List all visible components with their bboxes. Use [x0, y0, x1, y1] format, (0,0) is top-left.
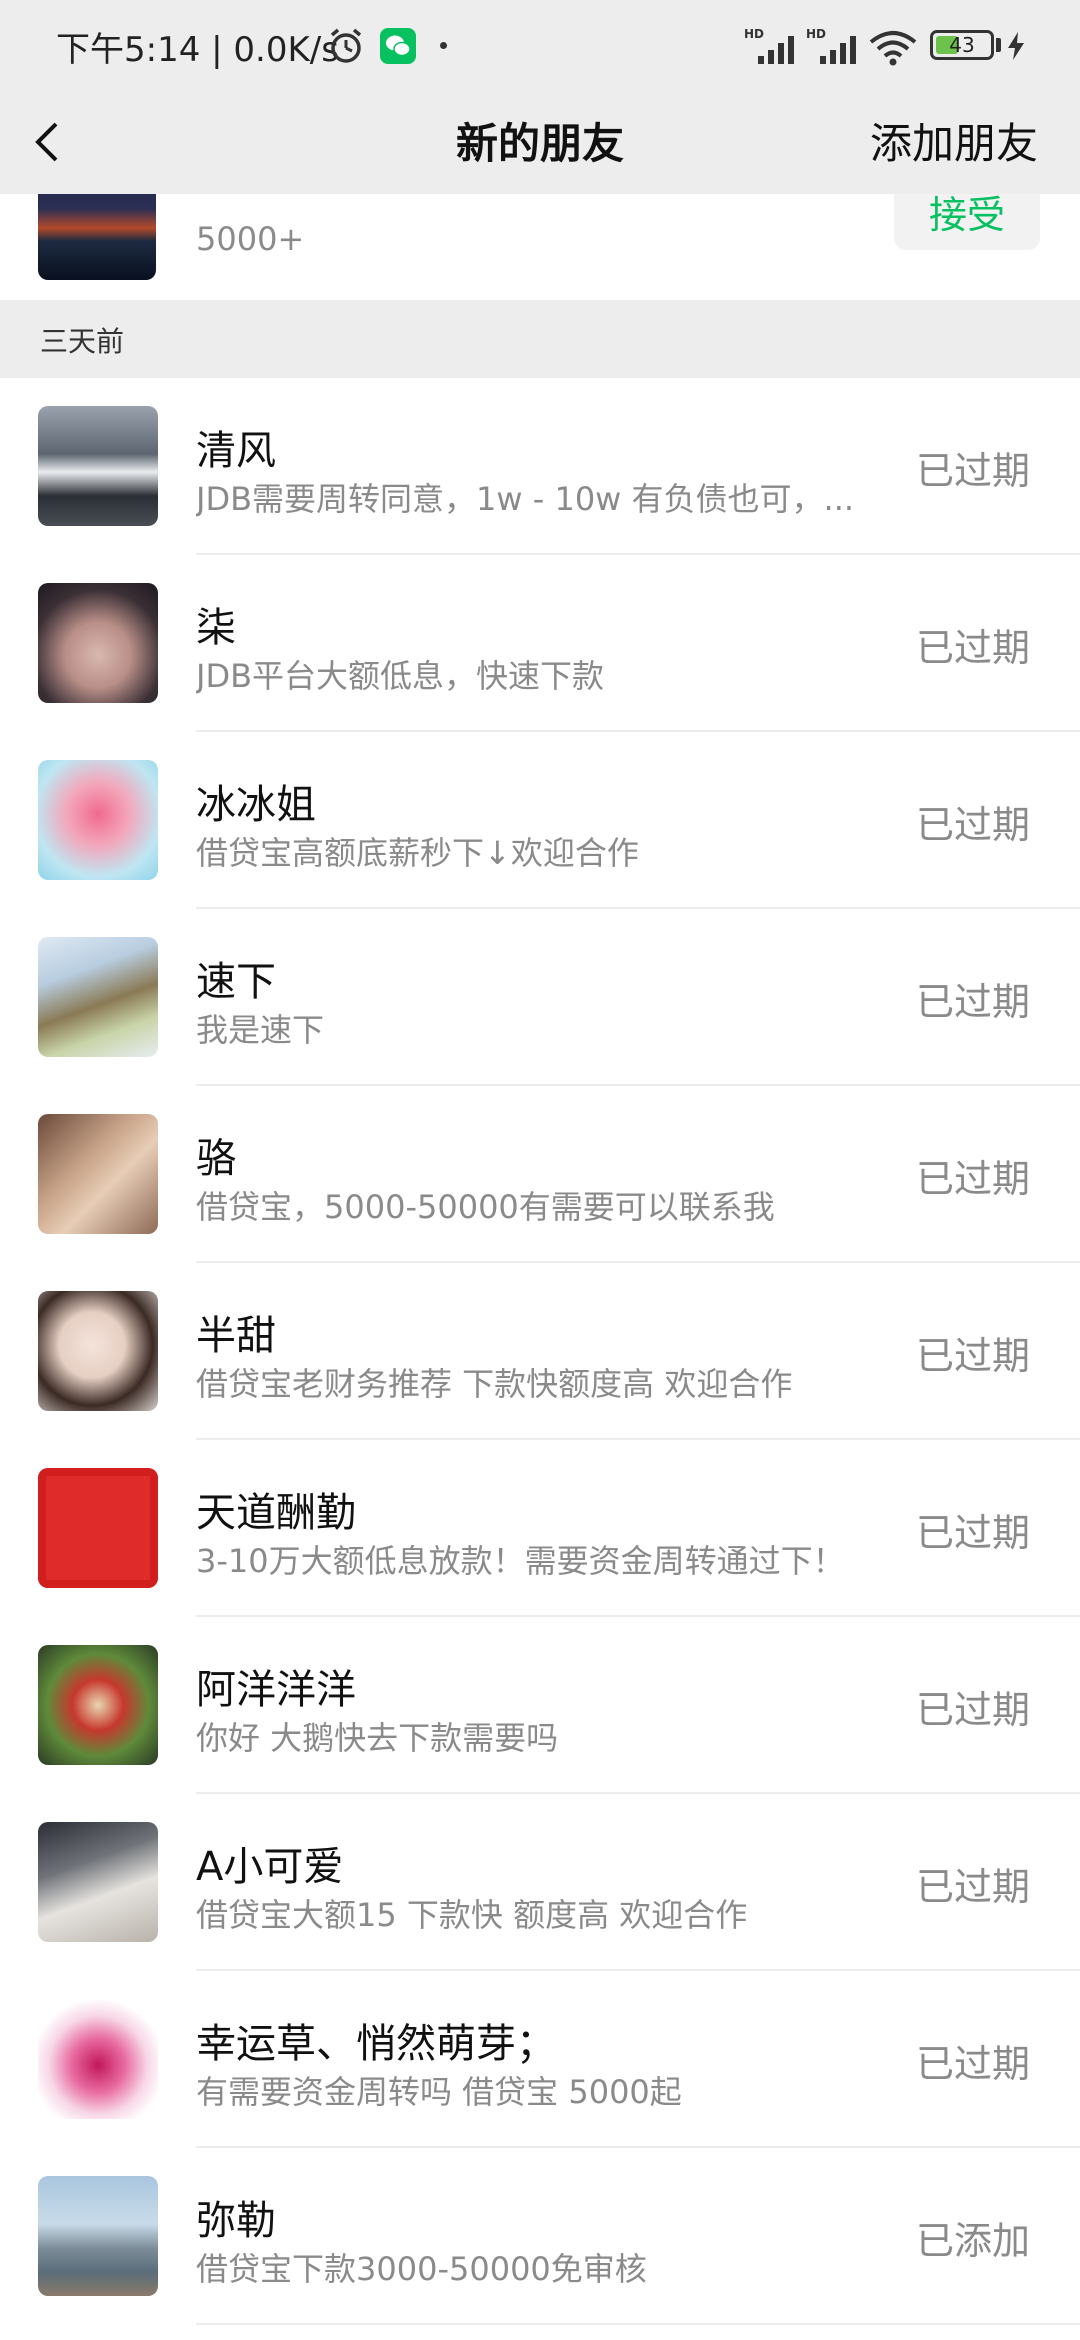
divider — [196, 2323, 1080, 2325]
request-status: 已过期 — [915, 803, 1030, 847]
request-status: 已过期 — [915, 1688, 1030, 1732]
avatar[interactable] — [38, 583, 158, 703]
wifi-icon — [869, 31, 917, 66]
friend-message: 5000+ — [196, 220, 305, 258]
friend-name: 柒 — [196, 605, 236, 651]
signal-hd-label: HD — [806, 27, 826, 41]
friend-message: 借贷宝大额15 下款快 额度高 欢迎合作 — [196, 1896, 748, 1934]
friend-request-row[interactable]: 阿洋洋洋 你好 大鹅快去下款需要吗 已过期 — [0, 1617, 1080, 1794]
request-status: 已过期 — [915, 626, 1030, 670]
request-status: 已添加 — [915, 2219, 1030, 2263]
friend-message: 借贷宝下款3000-50000免审核 — [196, 2250, 647, 2288]
avatar[interactable] — [38, 1291, 158, 1411]
friend-message: 借贷宝，5000-50000有需要可以联系我 — [196, 1188, 775, 1226]
top-bar: 下午5:14 | 0.0K/s HD HD 43 新的朋友 添加朋友 — [0, 0, 1080, 194]
signal-icon: HD — [744, 27, 794, 64]
friend-name: 阿洋洋洋 — [196, 1667, 356, 1713]
avatar[interactable] — [38, 937, 158, 1057]
friend-request-row[interactable]: 柒 JDB平台大额低息，快速下款 已过期 — [0, 555, 1080, 732]
battery-level: 43 — [949, 33, 975, 57]
request-status: 已过期 — [915, 1334, 1030, 1378]
nav-bar: 新的朋友 添加朋友 — [0, 92, 1080, 194]
status-bar: 下午5:14 | 0.0K/s HD HD 43 — [0, 0, 1080, 92]
request-status: 已过期 — [915, 1511, 1030, 1555]
friend-message: JDB需要周转同意，1w - 10w 有负债也可，... — [196, 480, 855, 518]
avatar[interactable] — [38, 760, 158, 880]
request-status: 已过期 — [915, 2042, 1030, 2086]
notification-dot-icon — [440, 42, 447, 49]
friend-name: 弥勒 — [196, 2198, 276, 2244]
friend-name: 幸运草、悄然萌芽； — [196, 2021, 556, 2067]
add-friend-button[interactable]: 添加朋友 — [870, 110, 1038, 171]
section-label: 三天前 — [40, 325, 125, 358]
friend-request-list: 清风 JDB需要周转同意，1w - 10w 有负债也可，... 已过期 柒 JD… — [0, 378, 1080, 2325]
friend-name: 速下 — [196, 959, 276, 1005]
avatar[interactable] — [38, 2176, 158, 2296]
friend-message: 有需要资金周转吗 借贷宝 5000起 — [196, 2073, 682, 2111]
friend-request-row[interactable]: A小可爱 借贷宝大额15 下款快 额度高 欢迎合作 已过期 — [0, 1794, 1080, 1971]
friend-name: 骆 — [196, 1136, 236, 1182]
wechat-icon — [380, 28, 416, 64]
friend-message: 你好 大鹅快去下款需要吗 — [196, 1719, 559, 1757]
friend-request-row[interactable]: 骆 借贷宝，5000-50000有需要可以联系我 已过期 — [0, 1086, 1080, 1263]
friend-name: 半甜 — [196, 1313, 276, 1359]
signal-icon: HD — [806, 27, 856, 64]
friend-name: 清风 — [196, 428, 276, 474]
status-time: 下午5:14 | 0.0K/s — [56, 30, 339, 70]
request-status: 已过期 — [915, 449, 1030, 493]
section-header: 三天前 — [0, 300, 1080, 378]
avatar[interactable] — [38, 1468, 158, 1588]
friend-request-row[interactable]: 速下 我是速下 已过期 — [0, 909, 1080, 1086]
back-icon[interactable] — [30, 112, 70, 172]
friend-request-row[interactable]: 弥勒 借贷宝下款3000-50000免审核 已添加 — [0, 2148, 1080, 2325]
friend-request-row[interactable]: 幸运草、悄然萌芽； 有需要资金周转吗 借贷宝 5000起 已过期 — [0, 1971, 1080, 2148]
friend-request-row[interactable]: 天道酬勤 3-10万大额低息放款！需要资金周转通过下！ 已过期 — [0, 1440, 1080, 1617]
friend-name: 冰冰姐 — [196, 782, 316, 828]
request-status: 已过期 — [915, 980, 1030, 1024]
avatar[interactable] — [38, 1822, 158, 1942]
charging-icon — [1008, 32, 1024, 60]
friend-request-row[interactable]: 冰冰姐 借贷宝高额底薪秒下↓欢迎合作 已过期 — [0, 732, 1080, 909]
request-status: 已过期 — [915, 1865, 1030, 1909]
friend-request-row[interactable]: 半甜 借贷宝老财务推荐 下款快额度高 欢迎合作 已过期 — [0, 1263, 1080, 1440]
friend-request-row[interactable]: 清风 JDB需要周转同意，1w - 10w 有负债也可，... 已过期 — [0, 378, 1080, 555]
request-status: 已过期 — [915, 1157, 1030, 1201]
friend-message: 借贷宝高额底薪秒下↓欢迎合作 — [196, 834, 639, 872]
alarm-clock-icon — [330, 28, 362, 63]
avatar[interactable] — [38, 1114, 158, 1234]
friend-message: JDB平台大额低息，快速下款 — [196, 657, 605, 695]
friend-name: A小可爱 — [196, 1844, 344, 1890]
signal-hd-label: HD — [744, 27, 764, 41]
battery-tip — [996, 38, 1001, 52]
avatar[interactable] — [38, 406, 158, 526]
avatar[interactable] — [38, 1645, 158, 1765]
new-friends-list-area[interactable]: 心动 5000+ 接受 三天前 清风 JDB需要周转同意，1w - 10w 有负… — [0, 0, 1080, 2340]
friend-message: 我是速下 — [196, 1011, 325, 1049]
friend-message: 3-10万大额低息放款！需要资金周转通过下！ — [196, 1542, 845, 1580]
avatar[interactable] — [38, 1999, 158, 2119]
friend-message: 借贷宝老财务推荐 下款快额度高 欢迎合作 — [196, 1365, 793, 1403]
battery-icon: 43 — [930, 30, 994, 60]
friend-name: 天道酬勤 — [196, 1490, 356, 1536]
